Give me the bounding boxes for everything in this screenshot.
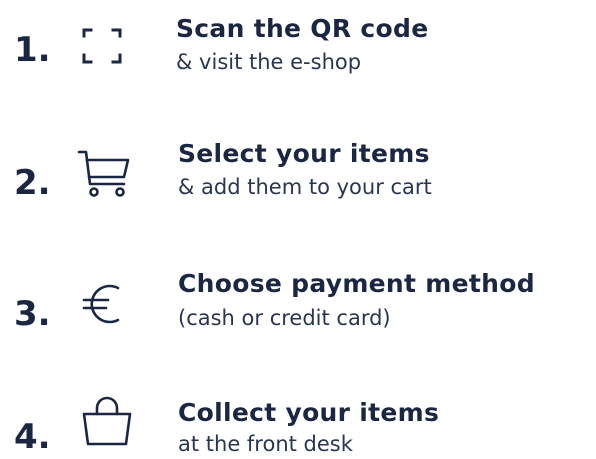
step-title: Choose payment method: [178, 269, 535, 298]
shopping-bag-icon: [78, 394, 136, 448]
shopping-cart-icon: [76, 146, 132, 202]
step-title: Select your items: [178, 139, 430, 168]
euro-icon: [78, 278, 126, 330]
step-4: 4. Collect your items at the front desk: [0, 0, 596, 455]
step-subtitle: at the front desk: [178, 432, 353, 456]
step-number: 4.: [14, 417, 51, 457]
step-title: Collect your items: [178, 398, 440, 427]
step-subtitle: (cash or credit card): [178, 306, 391, 330]
step-number: 3.: [14, 294, 51, 334]
step-subtitle: & add them to your cart: [178, 175, 432, 199]
step-number: 2.: [14, 163, 51, 203]
